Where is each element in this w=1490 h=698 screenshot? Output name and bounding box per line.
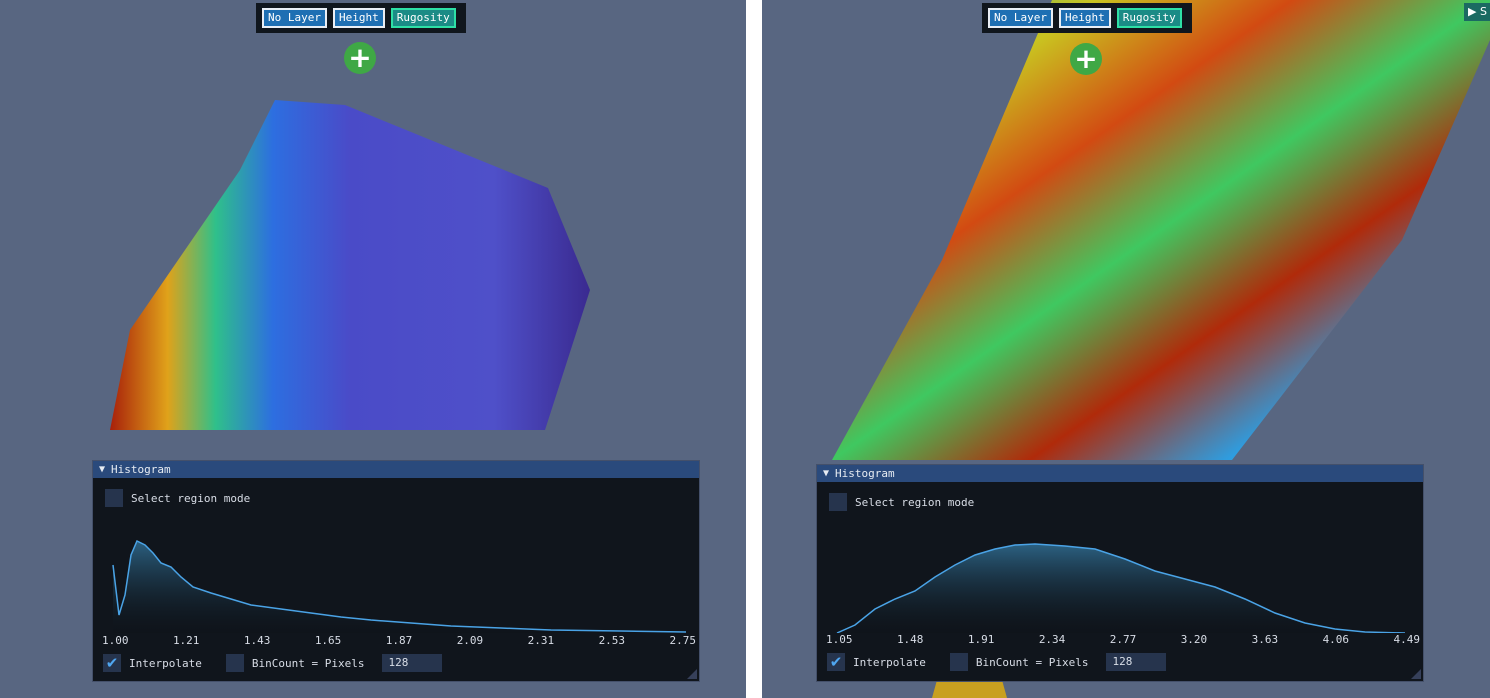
histogram-options: ✔ Interpolate BinCount = Pixels 128 [827,653,1167,671]
histogram-title-bar[interactable]: ▼ Histogram [817,465,1423,482]
height-button[interactable]: Height [1058,8,1111,28]
select-region-label: Select region mode [855,495,975,509]
resize-grip-icon[interactable] [1411,669,1421,679]
interpolate-checkbox[interactable]: ✔ [103,654,121,672]
plus-icon[interactable]: + [344,42,376,74]
tick-label: 3.63 [1251,633,1279,646]
x-axis-ticks: 1.00 1.21 1.43 1.65 1.87 2.09 2.31 2.53 … [102,634,696,647]
histogram-plot[interactable] [101,535,691,633]
no-layer-button[interactable]: No Layer [988,8,1053,28]
bin-count-input[interactable]: 128 [382,654,443,672]
layer-toolbar: No Layer Height Rugosity [256,3,466,33]
collapse-triangle-icon[interactable]: ▼ [99,461,105,478]
interpolate-label: Interpolate [853,655,926,669]
rugosity-button[interactable]: Rugosity [1116,8,1182,28]
tick-label: 1.48 [896,633,924,646]
tick-label: 1.91 [967,633,995,646]
no-layer-button[interactable]: No Layer [262,8,327,28]
tick-label: 1.65 [314,634,342,647]
tick-label: 1.21 [172,634,200,647]
tick-label: 1.43 [243,634,271,647]
select-region-label: Select region mode [131,491,251,505]
tick-label: 2.31 [527,634,555,647]
tick-label: 2.53 [598,634,626,647]
tick-label: 3.20 [1180,633,1208,646]
right-viewport[interactable]: No Layer Height Rugosity ▶ S + ▼ Histogr… [762,0,1490,698]
layer-toolbar: No Layer Height Rugosity [982,3,1192,33]
interpolate-checkbox[interactable]: ✔ [827,653,845,671]
collapse-triangle-icon[interactable]: ▼ [823,465,829,482]
height-button[interactable]: Height [332,8,385,28]
histogram-title: Histogram [835,467,895,480]
panel-divider [746,0,762,698]
bincount-label: BinCount = Pixels [251,656,365,670]
tick-label: 1.87 [385,634,413,647]
interpolate-label: Interpolate [129,656,202,670]
histogram-window: ▼ Histogram Select region mode 1.00 1.21… [92,460,700,682]
tick-label: 4.06 [1322,633,1350,646]
histogram-plot[interactable] [825,537,1415,633]
histogram-title-bar[interactable]: ▼ Histogram [93,461,699,478]
tick-label: 2.77 [1109,633,1137,646]
bincount-checkbox[interactable] [225,654,244,672]
tick-label: 1.05 [826,633,853,646]
tick-label: 2.75 [669,634,697,647]
checkbox-box[interactable] [105,489,123,507]
resize-grip-icon[interactable] [687,669,697,679]
settings-tab[interactable]: ▶ S [1464,3,1490,21]
histogram-options: ✔ Interpolate BinCount = Pixels 128 [103,654,443,672]
rugosity-button[interactable]: Rugosity [390,8,456,28]
histogram-title: Histogram [111,463,171,476]
histogram-window: ▼ Histogram Select region mode 1.05 1.48… [816,464,1424,682]
checkbox-box[interactable] [829,493,847,511]
tick-label: 2.09 [456,634,484,647]
histogram-area [113,541,686,633]
select-region-checkbox[interactable]: Select region mode [105,489,250,507]
tick-label: 4.49 [1393,633,1421,646]
bin-count-input[interactable]: 128 [1106,653,1167,671]
tick-label: 1.00 [102,634,129,647]
x-axis-ticks: 1.05 1.48 1.91 2.34 2.77 3.20 3.63 4.06 … [826,633,1420,646]
select-region-checkbox[interactable]: Select region mode [829,493,974,511]
bincount-checkbox[interactable] [949,653,968,671]
bincount-label: BinCount = Pixels [975,655,1089,669]
tick-label: 2.34 [1038,633,1066,646]
plus-icon[interactable]: + [1070,43,1102,75]
left-viewport[interactable]: No Layer Height Rugosity + ▼ Histogram S… [0,0,746,698]
